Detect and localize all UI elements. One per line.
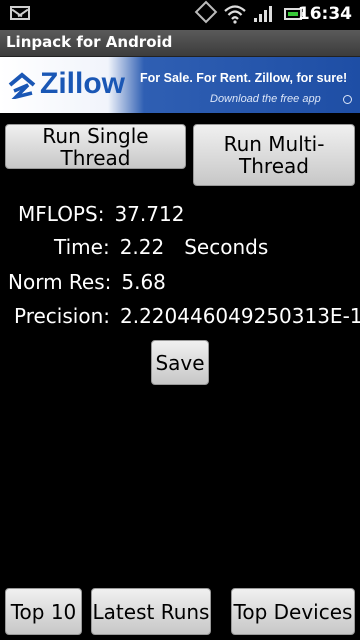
ad-subline: Download the free app <box>210 93 321 105</box>
top-devices-button[interactable]: Top Devices <box>231 588 355 635</box>
latest-runs-button[interactable]: Latest Runs <box>91 588 211 635</box>
result-norm-res: Norm Res: 5.68 <box>8 270 166 294</box>
time-label: Time: <box>54 235 110 259</box>
norm-res-value: 5.68 <box>121 270 166 294</box>
zillow-logo-icon <box>8 72 36 99</box>
result-precision: Precision: 2.220446049250313E-16 <box>14 304 360 328</box>
ad-brand: Zillow <box>40 67 125 100</box>
norm-res-label: Norm Res: <box>8 270 112 294</box>
mflops-value: 37.712 <box>114 202 185 226</box>
ad-banner[interactable]: Zillow For Sale. For Rent. Zillow, for s… <box>0 57 360 113</box>
result-mflops: MFLOPS: 37.712 <box>18 202 184 226</box>
mflops-label: MFLOPS: <box>18 202 105 226</box>
status-bar: 16:34 <box>0 0 360 30</box>
signal-icon <box>254 6 274 22</box>
time-unit: Seconds <box>184 235 269 259</box>
app-title: Linpack for Android <box>6 33 173 51</box>
run-single-thread-button[interactable]: Run Single Thread <box>5 124 186 169</box>
precision-value: 2.220446049250313E-16 <box>119 304 360 328</box>
status-clock: 16:34 <box>297 4 352 24</box>
ad-headline: For Sale. For Rent. Zillow, for sure! <box>140 71 348 85</box>
mail-icon[interactable] <box>10 6 30 20</box>
screen-rotate-icon <box>194 0 218 24</box>
time-value: 2.22 <box>119 235 165 259</box>
run-multi-thread-button[interactable]: Run Multi-Thread <box>193 124 355 186</box>
result-time: Time: 2.22 Seconds <box>54 235 268 259</box>
precision-label: Precision: <box>14 304 110 328</box>
ad-info-icon[interactable] <box>343 95 352 104</box>
app-title-bar: Linpack for Android <box>0 30 360 57</box>
wifi-icon <box>224 5 246 24</box>
save-button[interactable]: Save <box>151 340 209 385</box>
top-10-button[interactable]: Top 10 <box>5 588 82 635</box>
